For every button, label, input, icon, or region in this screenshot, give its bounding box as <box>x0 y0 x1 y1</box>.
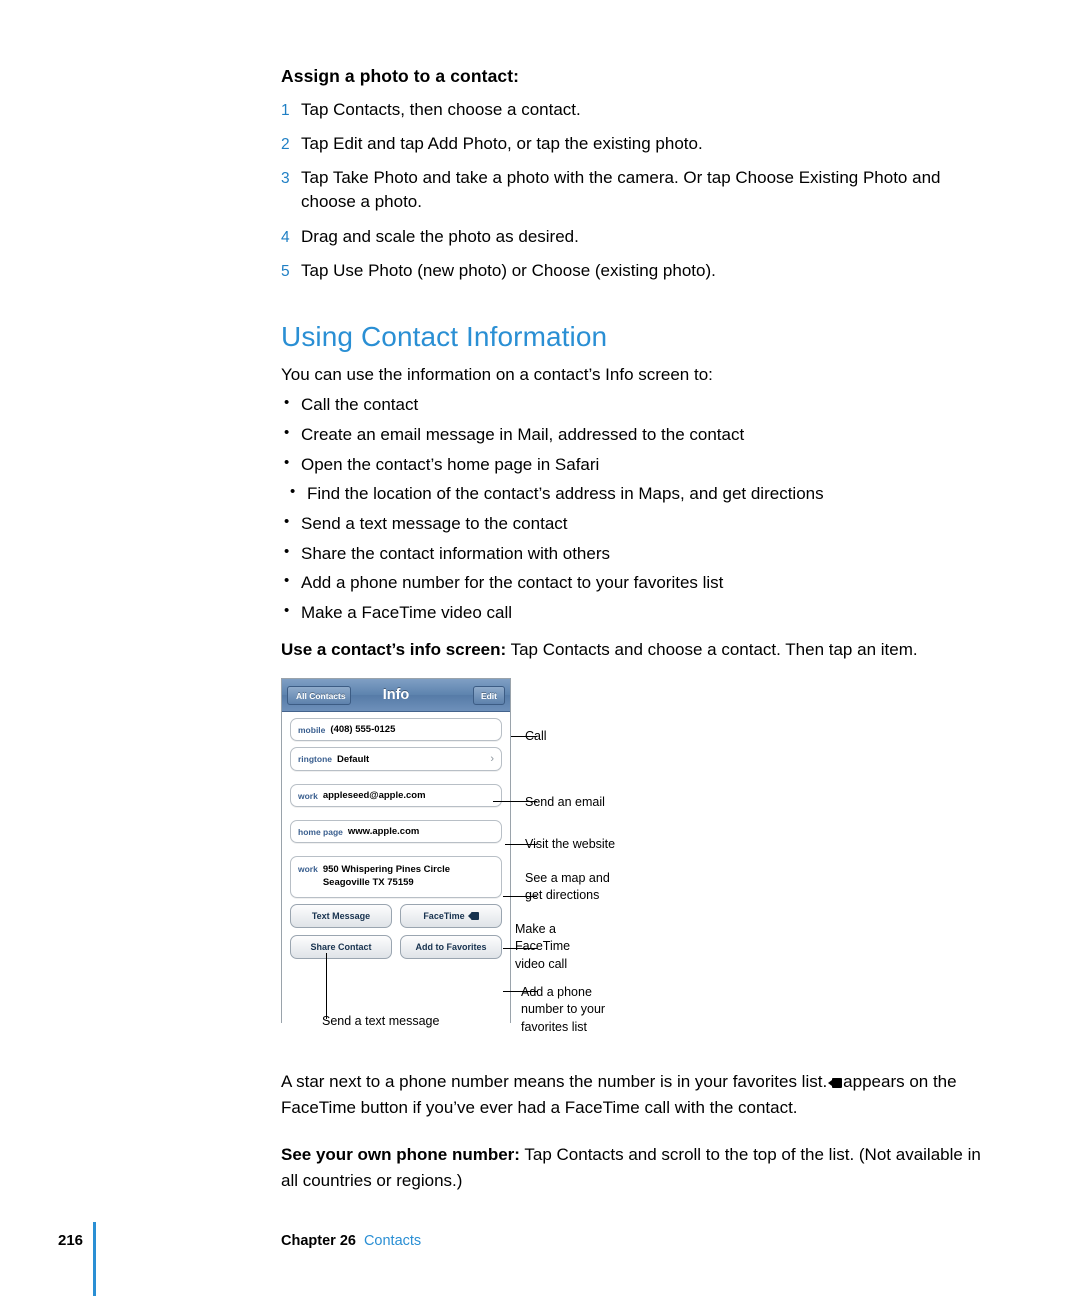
footer-chapter-title: Contacts <box>363 1233 422 1249</box>
callout-add-favorites: Add a phone number to your favorites lis… <box>521 985 606 1034</box>
page-title: Using Contact Information <box>281 320 608 352</box>
instruction-text: Tap Contacts and choose a contact. Then … <box>506 639 918 659</box>
list-item: Share the contact information with other… <box>281 541 981 567</box>
callout-send-text: Send a text message <box>322 1014 440 1029</box>
list-item: Create an email message in Mail, address… <box>281 422 981 448</box>
footer-chapter: Chapter 26 Contacts <box>281 1233 421 1249</box>
list-item: Find the location of the contact’s addre… <box>281 481 981 507</box>
facetime-button[interactable]: FaceTime <box>400 903 502 928</box>
list-item: Call the contact <box>281 392 981 418</box>
add-to-favorites-button[interactable]: Add to Favorites <box>400 934 502 959</box>
facetime-camera-icon <box>828 1078 843 1089</box>
list-item: 1 Tap Contacts, then choose a contact. <box>281 98 981 122</box>
step-text: Drag and scale the photo as desired. <box>301 226 579 246</box>
row-mobile-phone[interactable]: mobile (408) 555-0125 <box>290 718 502 742</box>
row-label: work <box>298 790 318 801</box>
step-number: 5 <box>281 262 290 280</box>
iphone-info-screen: All Contacts Info Edit mobile (408) 555-… <box>281 678 511 1024</box>
contact-info-figure: All Contacts Info Edit mobile (408) 555-… <box>281 678 981 1053</box>
row-label: work <box>298 864 318 875</box>
callout-facetime: Make a FaceTime video call <box>515 922 571 971</box>
list-item: Open the contact’s home page in Safari <box>281 452 981 478</box>
callout-visit-website: Visit the website <box>525 837 616 852</box>
row-label: ringtone <box>298 754 332 765</box>
list-item: Make a FaceTime video call <box>281 600 981 626</box>
row-value: 950 Whispering Pines Circle Seagoville T… <box>322 864 451 888</box>
nav-title: Info <box>382 687 410 704</box>
step-text: Tap Take Photo and take a photo with the… <box>301 168 941 212</box>
step-text: Tap Edit and tap Add Photo, or tap the e… <box>301 134 703 154</box>
list-item: 5 Tap Use Photo (new photo) or Choose (e… <box>281 259 981 283</box>
list-item: 4 Drag and scale the photo as desired. <box>281 225 981 249</box>
row-work-address[interactable]: work 950 Whispering Pines Circle Seagovi… <box>290 856 502 898</box>
list-item: 2 Tap Edit and tap Add Photo, or tap the… <box>281 132 981 156</box>
footer-rule <box>93 1222 96 1296</box>
document-page: Assign a photo to a contact: 1 Tap Conta… <box>0 0 1080 1296</box>
assign-photo-steps: 1 Tap Contacts, then choose a contact. 2… <box>281 98 981 283</box>
facetime-button-label: FaceTime <box>423 910 465 921</box>
row-value: appleseed@apple.com <box>322 790 426 802</box>
callout-call: Call <box>525 729 547 744</box>
list-item: Send a text message to the contact <box>281 511 981 537</box>
row-ringtone[interactable]: ringtone Default › <box>290 747 502 772</box>
text-message-button[interactable]: Text Message <box>290 903 392 928</box>
list-item: Add a phone number for the contact to yo… <box>281 570 981 596</box>
instruction-label: Use a contact’s info screen: <box>281 639 507 659</box>
own-number-paragraph: See your own phone number: Tap Contacts … <box>281 1142 981 1193</box>
row-work-email[interactable]: work appleseed@apple.com <box>290 784 502 808</box>
row-label: mobile <box>298 724 326 735</box>
step-text: Tap Use Photo (new photo) or Choose (exi… <box>301 260 716 280</box>
all-contacts-back-button[interactable]: All Contacts <box>287 686 351 706</box>
footer-chapter-number: Chapter 26 <box>281 1233 356 1249</box>
row-value: Default <box>337 753 370 765</box>
share-contact-button[interactable]: Share Contact <box>290 934 392 959</box>
info-screen-instruction: Use a contact’s info screen: Tap Contact… <box>281 638 981 663</box>
row-home-page[interactable]: home page www.apple.com <box>290 820 502 844</box>
facetime-camera-icon <box>467 911 479 920</box>
page-content: Assign a photo to a contact: 1 Tap Conta… <box>281 0 981 1193</box>
favorites-note-part1: A star next to a phone number means the … <box>281 1072 828 1092</box>
callout-send-email: Send an email <box>525 795 605 810</box>
own-number-label: See your own phone number: <box>281 1145 520 1165</box>
step-text: Tap Contacts, then choose a contact. <box>301 100 581 119</box>
assign-photo-heading: Assign a photo to a contact: <box>281 66 520 86</box>
action-button-row-1: Text Message FaceTime <box>290 903 502 928</box>
leader-line-textmessage-vert <box>326 953 327 1019</box>
step-number: 3 <box>281 170 290 188</box>
page-number: 216 <box>58 1232 84 1249</box>
row-label: home page <box>298 826 343 837</box>
nav-bar: All Contacts Info Edit <box>282 679 510 713</box>
step-number: 4 <box>281 228 290 246</box>
section-intro: You can use the information on a contact… <box>281 364 713 384</box>
action-button-row-2: Share Contact Add to Favorites <box>290 934 502 959</box>
favorites-note-paragraph: A star next to a phone number means the … <box>281 1069 981 1120</box>
list-item: 3 Tap Take Photo and take a photo with t… <box>281 166 981 214</box>
row-value: (408) 555-0125 <box>330 724 396 736</box>
step-number: 2 <box>281 136 290 154</box>
capabilities-list: Call the contact Create an email message… <box>281 392 981 626</box>
edit-button[interactable]: Edit <box>472 686 505 706</box>
chevron-right-icon: › <box>490 753 494 766</box>
info-list: mobile (408) 555-0125 ringtone Default ›… <box>282 712 510 1024</box>
step-number: 1 <box>281 102 290 119</box>
row-value: www.apple.com <box>347 826 420 838</box>
callout-see-map: See a map and get directions <box>525 871 610 903</box>
